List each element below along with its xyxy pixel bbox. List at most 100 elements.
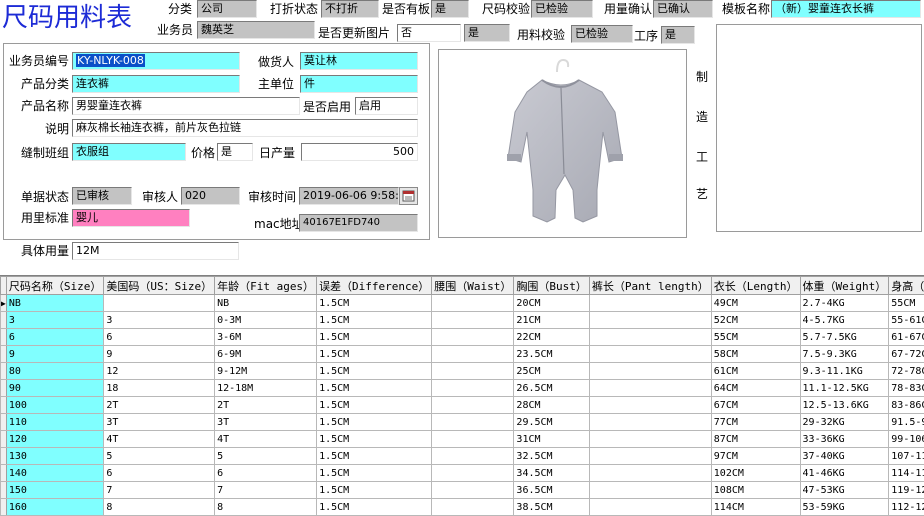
table-cell[interactable]: 2T (215, 397, 317, 414)
table-cell[interactable]: 9 (104, 346, 215, 363)
product-category-field[interactable]: 连衣裤 (72, 75, 240, 93)
table-cell[interactable]: 112-128CM (889, 499, 924, 516)
table-cell[interactable]: 107-113CM (889, 448, 924, 465)
table-cell[interactable] (432, 448, 514, 465)
table-cell[interactable]: 91.5-98CM (889, 414, 924, 431)
update-image-field[interactable]: 否 (397, 24, 461, 42)
table-cell[interactable]: 72-78CM (889, 363, 924, 380)
table-cell[interactable] (432, 414, 514, 431)
table-cell[interactable] (589, 346, 711, 363)
table-cell[interactable]: 5 (215, 448, 317, 465)
table-cell[interactable]: 64CM (711, 380, 800, 397)
table-row[interactable]: 663-6M1.5CM22CM55CM5.7-7.5KG61-67CM (1, 329, 924, 346)
product-name-field[interactable]: 男婴童连衣裤 (72, 97, 300, 115)
table-cell[interactable]: 1.5CM (317, 431, 432, 448)
table-row[interactable]: 150771.5CM36.5CM108CM47-53KG119-122CM (1, 482, 924, 499)
mac-address-field[interactable]: 40167E1FD740 (299, 214, 418, 232)
reviewer-field[interactable]: 020 (181, 187, 240, 205)
table-cell[interactable]: 22CM (514, 329, 590, 346)
table-cell[interactable] (432, 295, 514, 312)
table-row[interactable]: 996-9M1.5CM23.5CM58CM7.5-9.3KG67-72CM (1, 346, 924, 363)
salesman-code-field[interactable]: KY-NLYK-008 (72, 52, 240, 70)
table-cell[interactable]: 0-3M (215, 312, 317, 329)
table-row[interactable]: 1204T4T1.5CM31CM87CM33-36KG99-106CM (1, 431, 924, 448)
doc-status-field[interactable]: 已审核 (72, 187, 132, 205)
discount-status-field[interactable]: 不打折 (321, 0, 379, 18)
table-cell[interactable]: 52CM (711, 312, 800, 329)
table-cell[interactable] (589, 363, 711, 380)
table-cell[interactable]: 1.5CM (317, 397, 432, 414)
table-cell[interactable]: 97CM (711, 448, 800, 465)
specific-usage-field[interactable]: 12M (72, 242, 239, 260)
table-row[interactable]: 160881.5CM38.5CM114CM53-59KG112-128CM (1, 499, 924, 516)
table-cell[interactable]: 49CM (711, 295, 800, 312)
table-cell[interactable] (432, 431, 514, 448)
enabled-field[interactable]: 启用 (355, 97, 418, 115)
table-cell[interactable]: 4T (104, 431, 215, 448)
table-cell[interactable]: 12-18M (215, 380, 317, 397)
table-cell[interactable]: 12.5-13.6KG (800, 397, 889, 414)
table-cell[interactable]: 9 (6, 346, 104, 363)
table-cell[interactable]: 33-36KG (800, 431, 889, 448)
column-header[interactable]: 胸围（Bust） (514, 277, 590, 295)
table-cell[interactable]: 6 (6, 329, 104, 346)
table-cell[interactable]: 4T (215, 431, 317, 448)
table-cell[interactable]: 20CM (514, 295, 590, 312)
table-cell[interactable]: 55CM (711, 329, 800, 346)
table-cell[interactable]: 4-5.7KG (800, 312, 889, 329)
table-cell[interactable] (432, 499, 514, 516)
table-cell[interactable] (589, 397, 711, 414)
table-cell[interactable]: 67CM (711, 397, 800, 414)
table-cell[interactable]: 140 (6, 465, 104, 482)
table-cell[interactable]: 29.5CM (514, 414, 590, 431)
table-cell[interactable]: 108CM (711, 482, 800, 499)
table-cell[interactable]: 1.5CM (317, 363, 432, 380)
table-cell[interactable]: 28CM (514, 397, 590, 414)
table-cell[interactable]: 67-72CM (889, 346, 924, 363)
table-cell[interactable]: 80 (6, 363, 104, 380)
table-cell[interactable] (589, 414, 711, 431)
table-row[interactable]: 140661.5CM34.5CM102CM41-46KG114-118CM (1, 465, 924, 482)
column-header[interactable]: 身高（Height） (889, 277, 924, 295)
sewing-team-field[interactable]: 衣服组 (72, 143, 186, 161)
table-cell[interactable]: 90 (6, 380, 104, 397)
has-pattern-field[interactable]: 是 (431, 0, 469, 18)
table-cell[interactable]: 3 (104, 312, 215, 329)
table-cell[interactable]: 58CM (711, 346, 800, 363)
table-cell[interactable]: 36.5CM (514, 482, 590, 499)
table-cell[interactable] (589, 431, 711, 448)
table-cell[interactable]: 120 (6, 431, 104, 448)
table-cell[interactable]: 1.5CM (317, 380, 432, 397)
table-cell[interactable]: 3-6M (215, 329, 317, 346)
table-cell[interactable] (589, 499, 711, 516)
table-cell[interactable] (432, 312, 514, 329)
table-cell[interactable] (432, 380, 514, 397)
table-cell[interactable] (432, 329, 514, 346)
column-header[interactable]: 裤长（Pant length） (589, 277, 711, 295)
table-cell[interactable]: 29-32KG (800, 414, 889, 431)
table-cell[interactable]: 1.5CM (317, 414, 432, 431)
table-cell[interactable]: 7 (104, 482, 215, 499)
table-cell[interactable]: 1.5CM (317, 448, 432, 465)
table-cell[interactable] (589, 312, 711, 329)
table-cell[interactable]: 37-40KG (800, 448, 889, 465)
column-header[interactable]: 美国码（US：Size） (104, 277, 215, 295)
table-cell[interactable]: 102CM (711, 465, 800, 482)
column-header[interactable]: 尺码名称（Size） (6, 277, 104, 295)
table-cell[interactable]: 31CM (514, 431, 590, 448)
table-cell[interactable]: 87CM (711, 431, 800, 448)
table-cell[interactable]: 55-61CM (889, 312, 924, 329)
size-check-field[interactable]: 已检验 (531, 0, 593, 18)
table-cell[interactable] (589, 482, 711, 499)
table-cell[interactable]: 99-106CM (889, 431, 924, 448)
table-cell[interactable] (589, 448, 711, 465)
table-cell[interactable]: NB (215, 295, 317, 312)
table-cell[interactable] (589, 295, 711, 312)
process-text-area[interactable] (716, 24, 922, 232)
table-cell[interactable]: 5 (104, 448, 215, 465)
table-row[interactable]: 901812-18M1.5CM26.5CM64CM11.1-12.5KG78-8… (1, 380, 924, 397)
table-cell[interactable]: 53-59KG (800, 499, 889, 516)
material-check-field[interactable]: 已检验 (571, 25, 633, 43)
table-cell[interactable]: 23.5CM (514, 346, 590, 363)
usage-standard-field[interactable]: 婴儿 (72, 209, 190, 227)
